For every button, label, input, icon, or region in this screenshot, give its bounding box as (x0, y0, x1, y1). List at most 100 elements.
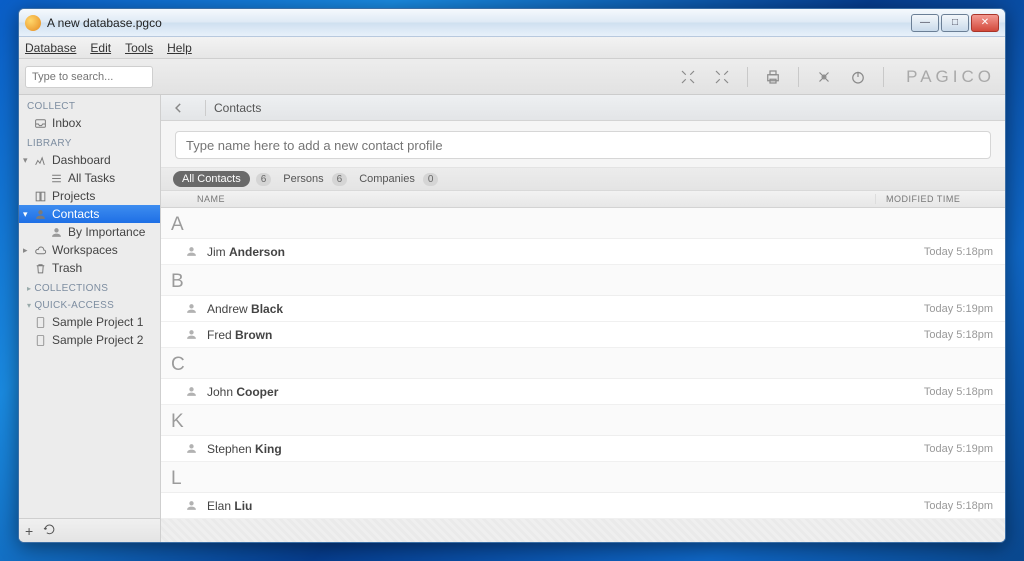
power-icon[interactable] (848, 67, 868, 87)
doc-icon (33, 333, 47, 347)
back-button[interactable] (169, 99, 189, 117)
minimize-button[interactable]: — (911, 14, 939, 32)
add-contact-input[interactable] (175, 131, 991, 159)
cloud-icon (33, 243, 47, 257)
sidebar-item-label: Dashboard (52, 153, 111, 167)
projects-icon (33, 189, 47, 203)
contact-time: Today 5:18pm (924, 246, 993, 258)
sidebar-item-sample-project-1[interactable]: Sample Project 1 (19, 313, 160, 331)
person-icon (185, 442, 199, 456)
sidebar-item-sample-project-2[interactable]: Sample Project 2 (19, 331, 160, 349)
contact-name: Fred Brown (207, 328, 924, 342)
filter-all-count: 6 (256, 173, 272, 186)
sidebar-item-label: Projects (52, 189, 95, 203)
col-modified[interactable]: MODIFIED TIME (875, 194, 1005, 204)
close-button[interactable]: ✕ (971, 14, 999, 32)
group-header: B (161, 265, 1005, 296)
col-name[interactable]: NAME (197, 194, 875, 204)
menu-tools[interactable]: Tools (125, 41, 153, 55)
sidebar-item-workspaces[interactable]: ▸Workspaces (19, 241, 160, 259)
group-header: L (161, 462, 1005, 493)
brand-label: PAGICO (906, 67, 995, 87)
group-header: K (161, 405, 1005, 436)
trash-icon (33, 261, 47, 275)
sidebar-heading: LIBRARY (27, 138, 160, 149)
contact-time: Today 5:19pm (924, 443, 993, 455)
contact-row[interactable]: Stephen KingToday 5:19pm (161, 436, 1005, 462)
sidebar-item-contacts[interactable]: ▾Contacts (19, 205, 160, 223)
sidebar-item-trash[interactable]: Trash (19, 259, 160, 277)
sidebar-item-label: By Importance (68, 225, 145, 239)
contact-row[interactable]: Fred BrownToday 5:18pm (161, 322, 1005, 348)
filter-all[interactable]: All Contacts (173, 171, 250, 187)
sidebar-item-label: Sample Project 1 (52, 315, 143, 329)
person-icon (185, 302, 199, 316)
app-icon (25, 15, 41, 31)
sidebar-item-projects[interactable]: Projects (19, 187, 160, 205)
contact-row[interactable]: Andrew BlackToday 5:19pm (161, 296, 1005, 322)
contact-name: Jim Anderson (207, 245, 924, 259)
sidebar-item-label: Sample Project 2 (52, 333, 143, 347)
person-icon (33, 207, 47, 221)
dashboard-icon (33, 153, 47, 167)
sidebar-item-label: All Tasks (68, 171, 115, 185)
sidebar-heading[interactable]: QUICK-ACCESS (27, 300, 160, 311)
sidebar: COLLECT Inbox LIBRARY ▾Dashboard All Tasks Pr… (19, 95, 161, 542)
breadcrumb-current: Contacts (214, 101, 261, 115)
person-icon (185, 385, 199, 399)
menu-edit[interactable]: Edit (90, 41, 111, 55)
doc-icon (33, 315, 47, 329)
menu-help[interactable]: Help (167, 41, 192, 55)
column-headers: NAME MODIFIED TIME (161, 190, 1005, 208)
contact-row[interactable]: Elan LiuToday 5:18pm (161, 493, 1005, 519)
app-window: A new database.pgco — □ ✕ Database Edit … (18, 8, 1006, 543)
settings-icon[interactable] (814, 67, 834, 87)
contact-name: Stephen King (207, 442, 924, 456)
maximize-button[interactable]: □ (941, 14, 969, 32)
contact-name: John Cooper (207, 385, 924, 399)
add-contact-row (161, 121, 1005, 168)
filter-companies-count: 0 (423, 173, 439, 186)
titlebar[interactable]: A new database.pgco — □ ✕ (19, 9, 1005, 37)
menubar: Database Edit Tools Help (19, 37, 1005, 59)
contact-time: Today 5:18pm (924, 329, 993, 341)
main-panel: Contacts All Contacts 6 Persons 6 Compan… (161, 95, 1005, 542)
sidebar-item-all-tasks[interactable]: All Tasks (19, 169, 160, 187)
sidebar-heading[interactable]: COLLECTIONS (27, 283, 160, 294)
sidebar-item-label: Inbox (52, 116, 81, 130)
refresh-button[interactable] (43, 523, 56, 539)
toolbar: PAGICO (19, 59, 1005, 95)
contact-time: Today 5:19pm (924, 303, 993, 315)
filter-persons-count: 6 (332, 173, 348, 186)
contact-name: Elan Liu (207, 499, 924, 513)
group-header: C (161, 348, 1005, 379)
contact-time: Today 5:18pm (924, 386, 993, 398)
filter-persons[interactable]: Persons (281, 173, 325, 185)
sidebar-footer: + (19, 518, 160, 542)
inbox-icon (33, 116, 47, 130)
window-title: A new database.pgco (47, 16, 162, 30)
breadcrumb: Contacts (161, 95, 1005, 121)
contact-list[interactable]: AJim AndersonToday 5:18pmBAndrew BlackTo… (161, 208, 1005, 542)
search-input[interactable] (25, 66, 153, 88)
sidebar-item-dashboard[interactable]: ▾Dashboard (19, 151, 160, 169)
sidebar-heading: COLLECT (27, 101, 160, 112)
add-button[interactable]: + (25, 523, 33, 539)
person-sm-icon (49, 225, 63, 239)
group-header: A (161, 208, 1005, 239)
person-icon (185, 245, 199, 259)
sidebar-item-label: Contacts (52, 207, 99, 221)
sidebar-item-inbox[interactable]: Inbox (19, 114, 160, 132)
contact-row[interactable]: John CooperToday 5:18pm (161, 379, 1005, 405)
filter-companies[interactable]: Companies (357, 173, 417, 185)
sidebar-item-label: Workspaces (52, 243, 118, 257)
contact-row[interactable]: Jim AndersonToday 5:18pm (161, 239, 1005, 265)
collapse-icon[interactable] (712, 67, 732, 87)
expand-icon[interactable] (678, 67, 698, 87)
sidebar-item-by-importance[interactable]: By Importance (19, 223, 160, 241)
menu-database[interactable]: Database (25, 41, 76, 55)
print-icon[interactable] (763, 67, 783, 87)
contact-time: Today 5:18pm (924, 500, 993, 512)
person-icon (185, 328, 199, 342)
filter-bar: All Contacts 6 Persons 6 Companies 0 (161, 168, 1005, 190)
